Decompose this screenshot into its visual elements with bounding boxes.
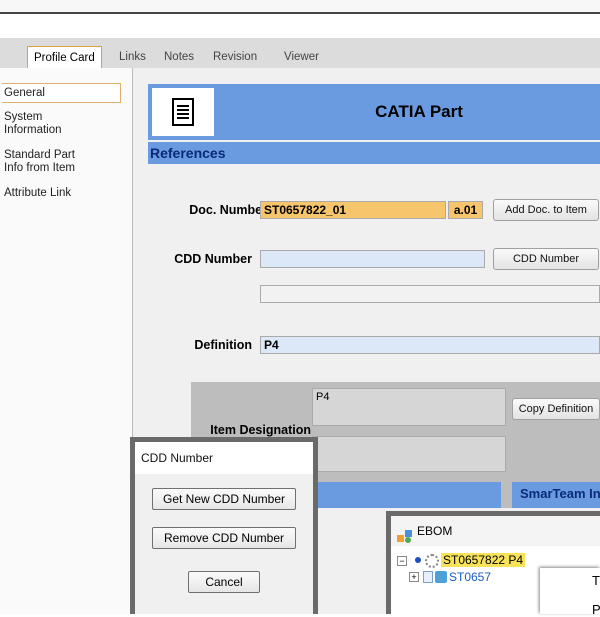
part-node-icon [435, 571, 447, 583]
remove-cdd-number-button[interactable]: Remove CDD Number [152, 527, 296, 549]
popup-text-2: P [592, 602, 600, 617]
smarteam-header: SmarTeam In [512, 482, 600, 508]
add-doc-to-item-button[interactable]: Add Doc. to Item [493, 199, 599, 221]
ebom-title-bar: EBOM [391, 516, 600, 546]
tab-revision[interactable]: Revision [209, 48, 261, 68]
item-designation-field[interactable]: P4 [312, 388, 506, 426]
smarteam-header-label: SmarTeam In [520, 486, 600, 501]
cdd-number-dialog: CDD Number Get New CDD Number Remove CDD… [130, 437, 318, 614]
sidebar: General System Information Standard Part… [0, 68, 133, 614]
sidebar-item-attribute-link[interactable]: Attribute Link [2, 187, 121, 200]
document-node-icon [423, 571, 433, 583]
tree-root-item[interactable]: ST0657822 P4 [441, 553, 526, 567]
references-heading: References [148, 142, 600, 164]
item-designation-secondary-field[interactable] [312, 436, 506, 472]
cancel-button[interactable]: Cancel [188, 571, 260, 593]
doc-number-field[interactable]: ST0657822_01 [260, 201, 446, 219]
tree-child-item[interactable]: ST0657 [449, 570, 491, 584]
document-icon [152, 88, 214, 136]
tab-strip: Profile Card Links Notes Revision Viewer [0, 44, 600, 70]
get-new-cdd-number-button[interactable]: Get New CDD Number [152, 488, 296, 510]
sidebar-item-standard-part-info[interactable]: Standard Part Info from Item [2, 149, 121, 175]
item-designation-label: Item Designation [210, 423, 311, 437]
cdd-dialog-body: CDD Number Get New CDD Number Remove CDD… [135, 442, 313, 614]
ebom-title: EBOM [417, 524, 453, 538]
cdd-number-button[interactable]: CDD Number [493, 248, 599, 270]
tab-viewer[interactable]: Viewer [280, 48, 323, 68]
top-bar [0, 0, 600, 14]
revision-field[interactable]: a.01 [448, 201, 483, 219]
ebom-icon [397, 524, 413, 543]
popup-text-1: T [592, 573, 600, 588]
cdd-number-label: CDD Number [174, 252, 252, 266]
expand-icon[interactable]: + [409, 572, 419, 582]
sidebar-item-general[interactable]: General [2, 83, 121, 103]
cdd-dialog-title: CDD Number [135, 442, 313, 474]
tooltip-popup: T P [540, 568, 600, 617]
page-title: CATIA Part [375, 102, 463, 121]
tab-links[interactable]: Links [115, 48, 150, 68]
header-bar: CATIA Part [148, 84, 600, 140]
cdd-number-field[interactable] [260, 250, 485, 268]
node-dot-icon [415, 557, 421, 563]
cdd-extra-field[interactable] [260, 285, 600, 303]
doc-number-label: Doc. Number [189, 203, 267, 217]
tab-notes[interactable]: Notes [160, 48, 198, 68]
lower-blue-band [312, 482, 501, 508]
definition-label: Definition [194, 338, 252, 352]
sidebar-item-system-information[interactable]: System Information [2, 111, 121, 137]
copy-definition-button[interactable]: Copy Definition [512, 398, 600, 420]
gear-icon [425, 554, 439, 568]
collapse-icon[interactable]: − [397, 556, 407, 566]
definition-field[interactable]: P4 [260, 336, 600, 354]
tab-profile-card[interactable]: Profile Card [27, 46, 102, 70]
